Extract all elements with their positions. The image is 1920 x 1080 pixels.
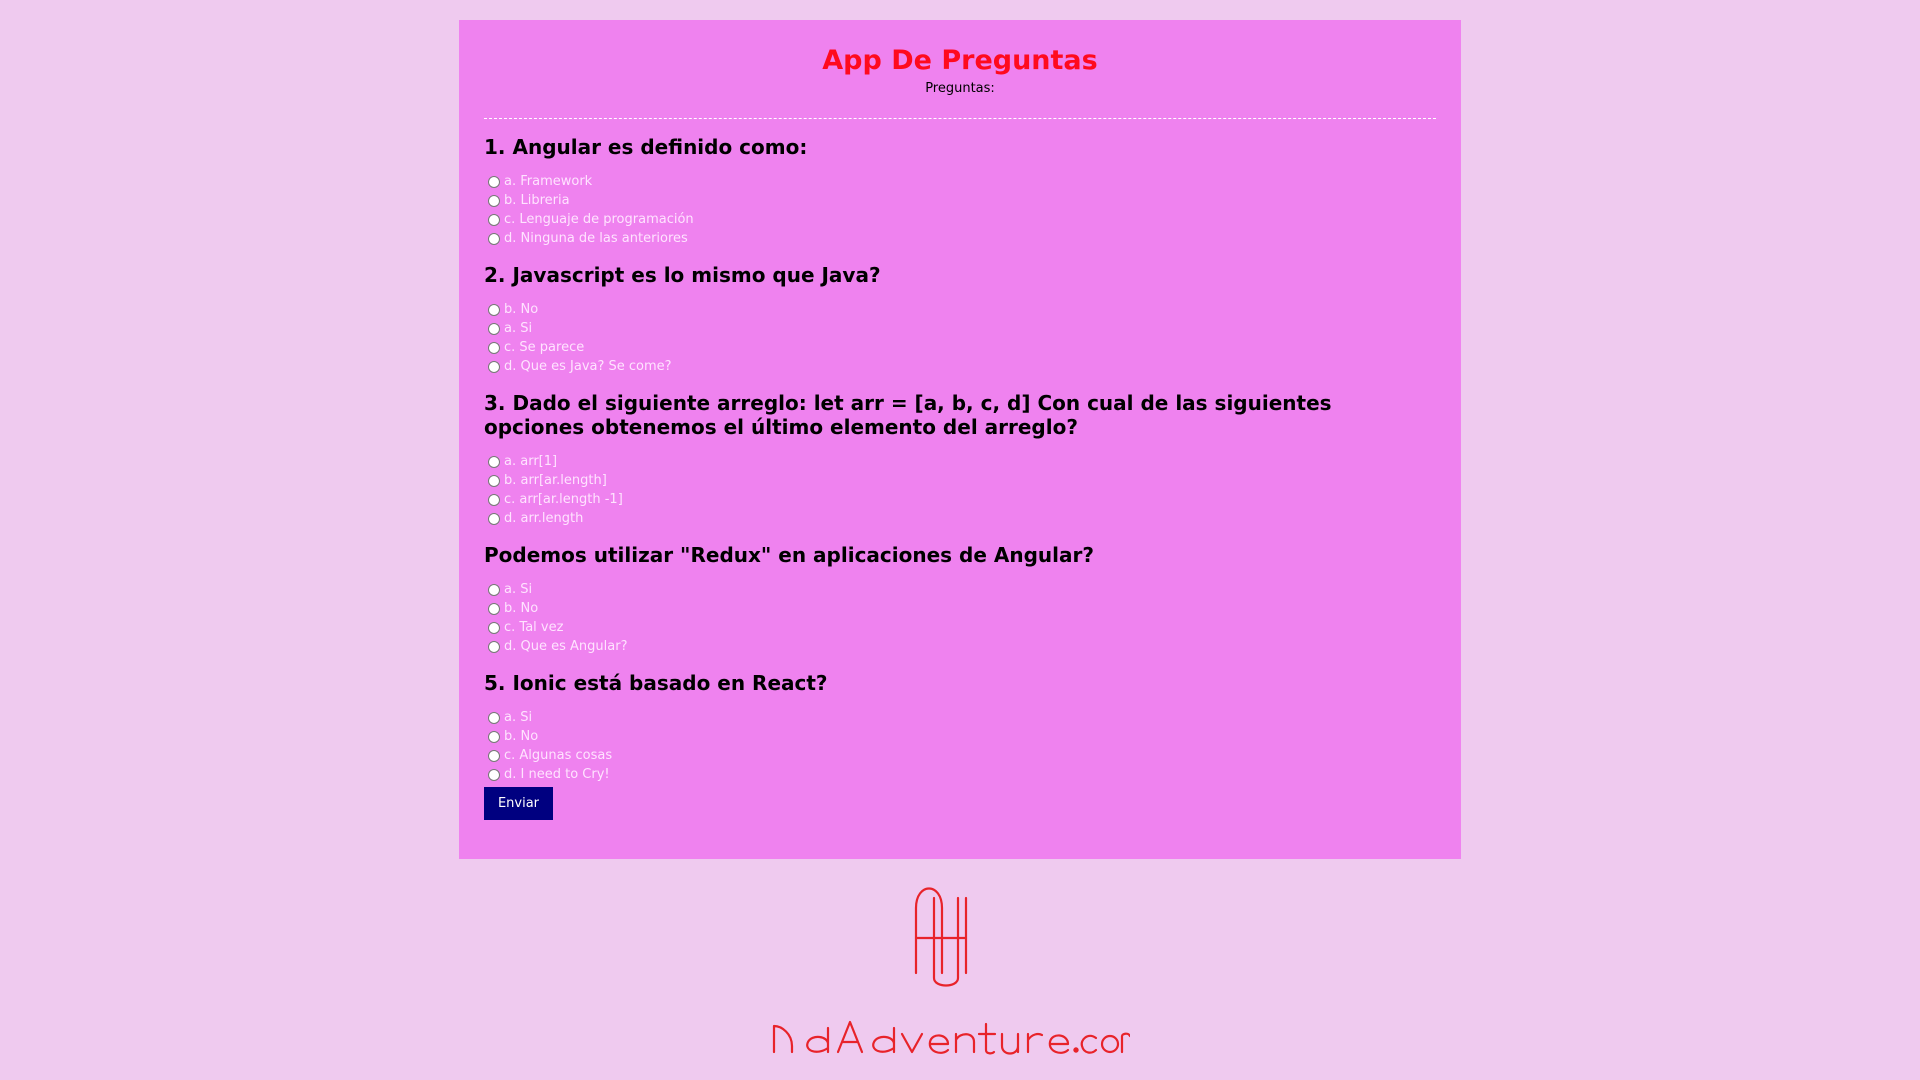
- option-label: a. Si: [504, 321, 533, 336]
- radio-button[interactable]: [488, 322, 500, 335]
- radio-button[interactable]: [488, 768, 500, 781]
- radio-button[interactable]: [488, 194, 500, 207]
- options-list: b. No a. Si c. Se parece d. Que es Java?…: [484, 300, 1436, 376]
- options-list: a. arr[1] b. arr[ar.length] c. arr[ar.le…: [484, 452, 1436, 528]
- radio-button[interactable]: [488, 303, 500, 316]
- option-3a[interactable]: a. arr[1]: [484, 452, 1436, 471]
- radio-button[interactable]: [488, 512, 500, 525]
- option-2d[interactable]: d. Que es Java? Se come?: [484, 357, 1436, 376]
- option-5d[interactable]: d. I need to Cry!: [484, 765, 1436, 784]
- quiz-panel: App De Preguntas Preguntas: 1. Angular e…: [459, 20, 1461, 859]
- option-label: d. Que es Java? Se come?: [504, 359, 672, 374]
- option-label: d. Ninguna de las anteriores: [504, 231, 688, 246]
- option-2c[interactable]: c. Se parece: [484, 338, 1436, 357]
- option-4d[interactable]: d. Que es Angular?: [484, 637, 1436, 656]
- option-2b[interactable]: a. Si: [484, 319, 1436, 338]
- option-3c[interactable]: c. arr[ar.length -1]: [484, 490, 1436, 509]
- option-3d[interactable]: d. arr.length: [484, 509, 1436, 528]
- option-label: c. Algunas cosas: [504, 748, 613, 763]
- options-list: a. Framework b. Libreria c. Lenguaje de …: [484, 172, 1436, 248]
- option-label: a. arr[1]: [504, 454, 558, 469]
- option-4a[interactable]: a. Si: [484, 580, 1436, 599]
- option-5b[interactable]: b. No: [484, 727, 1436, 746]
- radio-button[interactable]: [488, 621, 500, 634]
- question-title: Podemos utilizar "Redux" en aplicaciones…: [484, 543, 1094, 567]
- radio-button[interactable]: [488, 583, 500, 596]
- question-1: 1. Angular es definido como: a. Framewor…: [484, 135, 1436, 248]
- option-label: c. Lenguaje de programación: [504, 212, 694, 227]
- option-label: a. Framework: [504, 174, 593, 189]
- option-1c[interactable]: c. Lenguaje de programación: [484, 210, 1436, 229]
- radio-button[interactable]: [488, 730, 500, 743]
- option-label: c. Tal vez: [504, 620, 564, 635]
- radio-button[interactable]: [488, 360, 500, 373]
- radio-button[interactable]: [488, 474, 500, 487]
- app-title: App De Preguntas: [822, 45, 1098, 76]
- question-2: 2. Javascript es lo mismo que Java? b. N…: [484, 263, 1436, 376]
- submit-button[interactable]: Enviar: [484, 787, 553, 820]
- option-5c[interactable]: c. Algunas cosas: [484, 746, 1436, 765]
- option-label: a. Si: [504, 710, 533, 725]
- option-5a[interactable]: a. Si: [484, 708, 1436, 727]
- option-label: c. Se parece: [504, 340, 585, 355]
- option-label: d. I need to Cry!: [504, 767, 610, 782]
- radio-button[interactable]: [488, 749, 500, 762]
- radio-button[interactable]: [488, 455, 500, 468]
- question-5: 5. Ionic está basado en React? a. Si b. …: [484, 671, 1436, 784]
- option-label: c. arr[ar.length -1]: [504, 492, 623, 507]
- option-3b[interactable]: b. arr[ar.length]: [484, 471, 1436, 490]
- options-list: a. Si b. No c. Tal vez d. Que es Angular…: [484, 580, 1436, 656]
- option-label: b. No: [504, 601, 539, 616]
- option-label: d. arr.length: [504, 511, 584, 526]
- question-title: 3. Dado el siguiente arreglo: let arr = …: [484, 391, 1332, 439]
- radio-button[interactable]: [488, 640, 500, 653]
- option-label: a. Si: [504, 582, 533, 597]
- option-label: d. Que es Angular?: [504, 639, 628, 654]
- option-label: b. Libreria: [504, 193, 570, 208]
- ndadventure-logo: [772, 887, 1130, 1055]
- option-label: b. No: [504, 729, 539, 744]
- option-2a[interactable]: b. No: [484, 300, 1436, 319]
- radio-button[interactable]: [488, 232, 500, 245]
- divider: [484, 118, 1436, 119]
- options-list: a. Si b. No c. Algunas cosas d. I need t…: [484, 708, 1436, 784]
- radio-button[interactable]: [488, 341, 500, 354]
- option-1b[interactable]: b. Libreria: [484, 191, 1436, 210]
- app-subtitle: Preguntas:: [925, 81, 995, 96]
- radio-button[interactable]: [488, 602, 500, 615]
- question-title: 1. Angular es definido como:: [484, 135, 808, 159]
- option-1a[interactable]: a. Framework: [484, 172, 1436, 191]
- question-4: Podemos utilizar "Redux" en aplicaciones…: [484, 543, 1436, 656]
- question-title: 5. Ionic está basado en React?: [484, 671, 828, 695]
- question-3: 3. Dado el siguiente arreglo: let arr = …: [484, 391, 1436, 528]
- radio-button[interactable]: [488, 493, 500, 506]
- option-4c[interactable]: c. Tal vez: [484, 618, 1436, 637]
- option-1d[interactable]: d. Ninguna de las anteriores: [484, 229, 1436, 248]
- option-label: b. No: [504, 302, 539, 317]
- question-title: 2. Javascript es lo mismo que Java?: [484, 263, 881, 287]
- option-4b[interactable]: b. No: [484, 599, 1436, 618]
- option-label: b. arr[ar.length]: [504, 473, 607, 488]
- radio-button[interactable]: [488, 175, 500, 188]
- radio-button[interactable]: [488, 213, 500, 226]
- radio-button[interactable]: [488, 711, 500, 724]
